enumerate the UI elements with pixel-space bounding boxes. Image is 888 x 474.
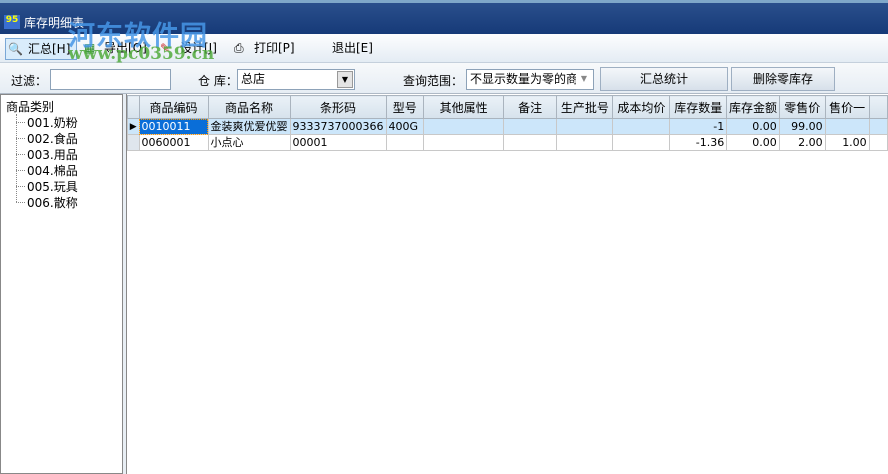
range-select[interactable]: 不显示数量为零的商 ▼ — [466, 69, 594, 90]
col-remark[interactable]: 备注 — [503, 95, 558, 119]
table-row[interactable]: 0060001 小点心 00001 -1.36 0.00 2.00 1.00 — [127, 134, 888, 151]
tree-branch — [16, 122, 25, 123]
printer-icon: ⎙ — [234, 41, 244, 55]
cell[interactable] — [612, 134, 671, 151]
filter-label: 过滤： — [11, 74, 48, 88]
tree-item[interactable]: 004.棉品 — [27, 162, 78, 179]
filter-bar: 过滤： 仓 库： 总店 ▼ 查询范围： 不显示数量为零的商 ▼ 汇总统计 删除零库存 — [0, 63, 888, 94]
print-button[interactable]: ⎙ 打印[P] — [232, 38, 295, 60]
filter-input[interactable] — [50, 69, 171, 90]
tree-branch — [16, 202, 25, 203]
cell[interactable]: -1 — [669, 118, 728, 135]
current-row-indicator-icon: ▶ — [127, 118, 140, 135]
cell[interactable] — [503, 118, 558, 135]
col-code[interactable]: 商品编码 — [138, 95, 209, 119]
warehouse-label: 仓 库： — [198, 74, 238, 88]
cell[interactable] — [556, 134, 614, 151]
header-row: 商品编码 商品名称 条形码 型号 其他属性 备注 生产批号 成本均价 库存数量 … — [127, 95, 888, 119]
category-tree: 商品类别 001.奶粉 002.食品 003.用品 004.棉品 005.玩具 … — [0, 94, 123, 474]
stock-grid: 商品编码 商品名称 条形码 型号 其他属性 备注 生产批号 成本均价 库存数量 … — [126, 94, 888, 474]
chevron-down-icon[interactable]: ▼ — [337, 71, 353, 88]
tree-root[interactable]: 商品类别 — [6, 98, 54, 115]
cell[interactable]: 0.00 — [726, 118, 780, 135]
tree-branch — [16, 154, 25, 155]
chevron-down-icon[interactable]: ▼ — [576, 71, 592, 88]
cell[interactable]: 0.00 — [726, 134, 780, 151]
cell[interactable]: 金装爽优爱优婴 — [207, 118, 291, 135]
col-barcode[interactable]: 条形码 — [289, 95, 387, 119]
tree-branch — [16, 138, 25, 139]
cell[interactable]: 0010011 — [138, 118, 209, 135]
cell[interactable] — [824, 118, 870, 135]
col-model[interactable]: 型号 — [385, 95, 425, 119]
col-name[interactable]: 商品名称 — [207, 95, 291, 119]
tree-item[interactable]: 001.奶粉 — [27, 114, 78, 131]
cell[interactable]: 1.00 — [824, 134, 870, 151]
cell[interactable]: 0060001 — [138, 134, 209, 151]
cell[interactable] — [385, 134, 425, 151]
cell[interactable] — [868, 118, 888, 135]
col-stock-qty[interactable]: 库存数量 — [669, 95, 728, 119]
col-price-1[interactable]: 售价一 — [824, 95, 870, 119]
tree-branch — [16, 170, 25, 171]
warehouse-select[interactable]: 总店 ▼ — [237, 69, 355, 90]
app-icon: 95 — [4, 15, 20, 29]
watermark-url: www.pc0359.cn — [68, 44, 215, 64]
delete-zero-stock-button[interactable]: 删除零库存 — [731, 67, 835, 91]
summary-icon: 🔍 — [8, 42, 23, 56]
col-other-attr[interactable]: 其他属性 — [423, 95, 505, 119]
row-header — [127, 134, 140, 151]
tree-item[interactable]: 003.用品 — [27, 146, 78, 163]
table-row[interactable]: ▶ 0010011 金装爽优爱优婴 9333737000366 400G -1 … — [127, 118, 888, 135]
col-more[interactable] — [868, 95, 888, 119]
cell[interactable] — [612, 118, 671, 135]
cell[interactable]: 400G — [385, 118, 425, 135]
summary-stat-button[interactable]: 汇总统计 — [600, 67, 728, 91]
tree-item[interactable]: 005.玩具 — [27, 178, 78, 195]
cell[interactable]: 9333737000366 — [289, 118, 387, 135]
cell[interactable]: 00001 — [289, 134, 387, 151]
cell[interactable]: 小点心 — [207, 134, 291, 151]
summary-button[interactable]: 🔍 汇总[H] — [5, 38, 77, 60]
tree-item[interactable]: 006.散称 — [27, 194, 78, 211]
cell[interactable]: -1.36 — [669, 134, 728, 151]
range-label: 查询范围： — [403, 74, 464, 88]
tree-item[interactable]: 002.食品 — [27, 130, 78, 147]
col-retail-price[interactable]: 零售价 — [778, 95, 826, 119]
cell[interactable] — [503, 134, 558, 151]
col-stock-amount[interactable]: 库存金额 — [726, 95, 780, 119]
exit-button[interactable]: 退出[E] — [310, 38, 373, 60]
cell[interactable] — [423, 118, 505, 135]
cell[interactable] — [423, 134, 505, 151]
col-avg-cost[interactable]: 成本均价 — [612, 95, 671, 119]
cell[interactable]: 2.00 — [778, 134, 826, 151]
cell[interactable] — [868, 134, 888, 151]
cell[interactable]: 99.00 — [778, 118, 826, 135]
cell[interactable] — [556, 118, 614, 135]
row-header-corner — [127, 95, 140, 119]
tree-line — [16, 114, 17, 202]
col-batch[interactable]: 生产批号 — [556, 95, 614, 119]
tree-branch — [16, 186, 25, 187]
